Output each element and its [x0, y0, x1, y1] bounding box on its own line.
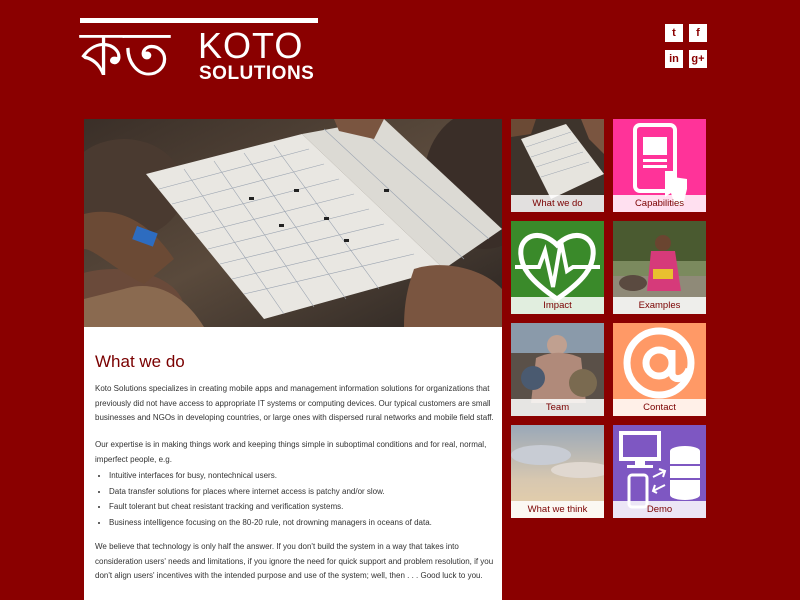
hero-image-survey-ledger [84, 119, 502, 327]
linkedin-icon[interactable]: in [665, 50, 683, 68]
tile-examples[interactable]: Examples [613, 221, 706, 314]
social-links: t f in g+ [665, 24, 707, 68]
tile-label: Capabilities [613, 195, 706, 212]
ledger-photo-illustration [84, 119, 502, 327]
tile-label: Examples [613, 297, 706, 314]
list-item: Data transfer solutions for places where… [109, 484, 502, 500]
tile-label: Team [511, 399, 604, 416]
tile-what-we-do[interactable]: What we do [511, 119, 604, 212]
tile-what-we-think[interactable]: What we think [511, 425, 604, 518]
list-item: Fault tolerant but cheat resistant track… [109, 499, 502, 515]
intro-paragraph: Koto Solutions specializes in creating m… [95, 384, 494, 422]
logo-name: KOTO [198, 25, 304, 66]
google-plus-icon[interactable]: g+ [689, 50, 707, 68]
section-heading: What we do [95, 352, 185, 371]
tile-label: Contact [613, 399, 706, 416]
logo-bengali-glyph: কত [80, 17, 170, 90]
tile-label: Impact [511, 297, 604, 314]
tile-contact[interactable]: Contact [613, 323, 706, 416]
tile-label: What we think [511, 501, 604, 518]
tile-team[interactable]: Team [511, 323, 604, 416]
list-item: Business intelligence focusing on the 80… [109, 515, 502, 531]
twitter-icon[interactable]: t [665, 24, 683, 42]
facebook-icon[interactable]: f [689, 24, 707, 42]
closing-paragraph: We believe that technology is only half … [95, 542, 494, 580]
tile-impact[interactable]: Impact [511, 221, 604, 314]
tile-capabilities[interactable]: Capabilities [613, 119, 706, 212]
tile-label: Demo [613, 501, 706, 518]
expertise-list: Intuitive interfaces for busy, nontechni… [95, 468, 502, 530]
what-we-do-section: What we do Koto Solutions specializes in… [84, 327, 502, 600]
expertise-paragraph: Our expertise is in making things work a… [95, 440, 487, 464]
list-item: Intuitive interfaces for busy, nontechni… [109, 468, 502, 484]
tile-demo[interactable]: Demo [613, 425, 706, 518]
tile-label: What we do [511, 195, 604, 212]
logo-tagline: SOLUTIONS [199, 63, 315, 84]
koto-logo[interactable]: কত KOTO SOLUTIONS [80, 18, 320, 86]
